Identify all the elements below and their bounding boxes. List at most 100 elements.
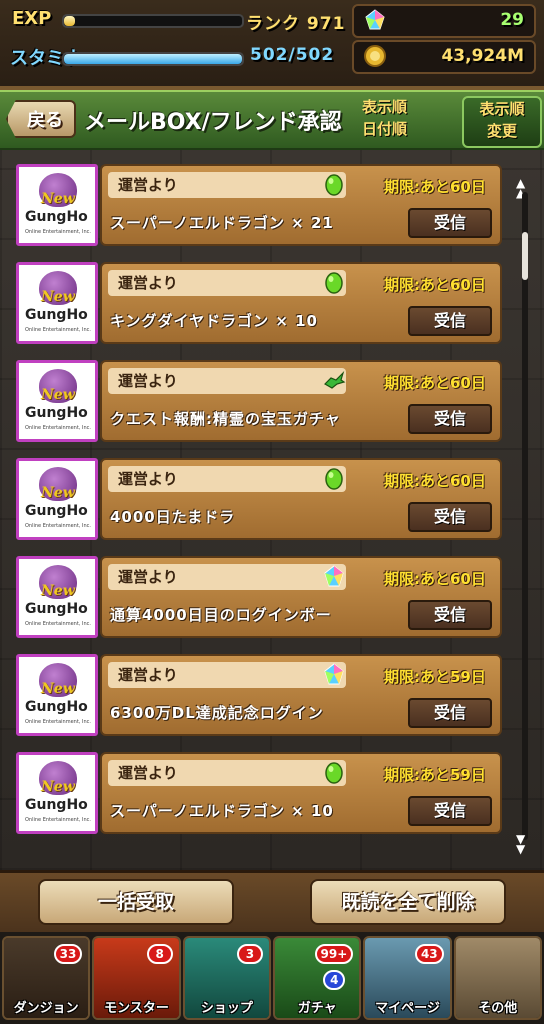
receive-button[interactable]: 受信 (408, 208, 492, 238)
mail-subject: 通算4000日目のログインボー (110, 606, 332, 624)
nav-label: その他 (478, 1001, 518, 1016)
magic-stone-icon (322, 662, 346, 686)
mail-item[interactable]: New GungHo Online Entertainment, Inc. 運営… (16, 654, 502, 736)
mail-panel[interactable]: 運営より 期限:あと60日 クエスト報酬:精霊の宝玉ガチャ 受信 (100, 360, 502, 442)
nav-label: モンスター (104, 1001, 169, 1016)
logo-sub-text: Online Entertainment, Inc. (25, 327, 91, 333)
mail-panel[interactable]: 運営より 期限:あと60日 4000日たまドラ 受信 (100, 458, 502, 540)
stamina-value: 502/502 (250, 45, 335, 65)
mail-subject: キングダイヤドラゴン × 10 (110, 312, 318, 330)
mail-sender: 運営より (108, 564, 346, 590)
back-button[interactable]: 戻る (6, 100, 76, 138)
exp-label: EXP (12, 8, 52, 29)
mail-item[interactable]: New GungHo Online Entertainment, Inc. 運営… (16, 458, 502, 540)
sender-avatar: New GungHo Online Entertainment, Inc. (16, 752, 98, 834)
logo-new-text: New (41, 779, 75, 795)
mail-list[interactable]: New GungHo Online Entertainment, Inc. 運営… (0, 150, 544, 870)
receive-button[interactable]: 受信 (408, 698, 492, 728)
egg-icon (322, 270, 346, 294)
sort-order-value: 日付順 (362, 120, 408, 138)
sort-change-label-1: 表示順 (479, 100, 525, 118)
sender-avatar: New GungHo Online Entertainment, Inc. (16, 360, 98, 442)
dragon-icon (322, 368, 346, 392)
receive-button[interactable]: 受信 (408, 796, 492, 826)
page-title: メールBOX/フレンド承認 (84, 110, 342, 135)
sort-order-caption: 表示順 (362, 98, 408, 116)
mail-deadline: 期限:あと59日 (384, 766, 486, 784)
mail-subject: スーパーノエルドラゴン × 10 (110, 802, 334, 820)
logo-brand-text: GungHo (25, 797, 88, 813)
magic-stone-icon (322, 564, 346, 588)
nav-label: ガチャ (297, 1001, 337, 1016)
receive-button[interactable]: 受信 (408, 600, 492, 630)
logo-new-text: New (41, 191, 75, 207)
nav-dungeon[interactable]: 33 ダンジョン (2, 936, 91, 1020)
mail-item[interactable]: New GungHo Online Entertainment, Inc. 運営… (16, 556, 502, 638)
logo-new-text: New (41, 387, 75, 403)
logo-brand-text: GungHo (25, 209, 88, 225)
sender-avatar: New GungHo Online Entertainment, Inc. (16, 458, 98, 540)
mail-panel[interactable]: 運営より 期限:あと60日 通算4000日目のログインボー 受信 (100, 556, 502, 638)
receive-button[interactable]: 受信 (408, 404, 492, 434)
scroll-down-icon[interactable]: ▼ ▼ (516, 833, 525, 855)
nav-mypage[interactable]: 43 マイページ (363, 936, 452, 1020)
logo-brand-text: GungHo (25, 307, 88, 323)
mail-deadline: 期限:あと60日 (384, 374, 486, 392)
action-bar: 一括受取 既読を全て削除 (0, 870, 544, 935)
sort-change-label-2: 変更 (486, 122, 517, 140)
logo-new-text: New (41, 681, 75, 697)
sender-avatar: New GungHo Online Entertainment, Inc. (16, 262, 98, 344)
mail-panel[interactable]: 運営より 期限:あと59日 6300万DL達成記念ログイン 受信 (100, 654, 502, 736)
coin-value: 43,924M (441, 46, 524, 66)
stamina-bar-fill (64, 54, 242, 64)
nav-badge: 33 (53, 944, 83, 964)
sort-order-label: 表示順 日付順 (362, 96, 407, 140)
mail-panel[interactable]: 運営より 期限:あと60日 スーパーノエルドラゴン × 21 受信 (100, 164, 502, 246)
mail-item[interactable]: New GungHo Online Entertainment, Inc. 運営… (16, 164, 502, 246)
logo-brand-text: GungHo (25, 405, 88, 421)
nav-badge: 99+ (314, 944, 354, 964)
nav-badge: 3 (236, 944, 263, 964)
mail-item[interactable]: New GungHo Online Entertainment, Inc. 運営… (16, 360, 502, 442)
logo-brand-text: GungHo (25, 503, 88, 519)
sender-avatar: New GungHo Online Entertainment, Inc. (16, 654, 98, 736)
receive-button[interactable]: 受信 (408, 306, 492, 336)
scrollbar-thumb[interactable] (522, 232, 528, 280)
nav-shop[interactable]: 3 ショップ (182, 936, 271, 1020)
magic-stone-counter[interactable]: 29 (352, 4, 536, 38)
mail-sender: 運営より (108, 466, 346, 492)
sort-change-button[interactable]: 表示順 変更 (462, 96, 542, 148)
nav-other[interactable]: その他 (453, 936, 542, 1020)
mail-sender: 運営より (108, 662, 346, 688)
delete-read-button[interactable]: 既読を全て削除 (310, 879, 506, 925)
sender-avatar: New GungHo Online Entertainment, Inc. (16, 556, 98, 638)
logo-new-text: New (41, 583, 75, 599)
nav-gacha[interactable]: 99+ 4 ガチャ (272, 936, 362, 1020)
egg-icon (322, 466, 346, 490)
mail-panel[interactable]: 運営より 期限:あと59日 スーパーノエルドラゴン × 10 受信 (100, 752, 502, 834)
mail-deadline: 期限:あと60日 (384, 570, 486, 588)
mail-subject: 6300万DL達成記念ログイン (110, 704, 324, 722)
logo-sub-text: Online Entertainment, Inc. (25, 817, 91, 823)
status-bar: EXP ランク 971 スタミナ 502/502 29 43,924M (0, 0, 544, 90)
logo-sub-text: Online Entertainment, Inc. (25, 719, 91, 725)
mail-panel[interactable]: 運営より 期限:あと60日 キングダイヤドラゴン × 10 受信 (100, 262, 502, 344)
mail-item[interactable]: New GungHo Online Entertainment, Inc. 運営… (16, 262, 502, 344)
coin-counter: 43,924M (352, 40, 536, 74)
mail-sender: 運営より (108, 270, 346, 296)
nav-badge: 8 (146, 944, 173, 964)
mail-sender: 運営より (108, 368, 346, 394)
nav-label: ダンジョン (13, 1001, 79, 1016)
nav-monster[interactable]: 8 モンスター (92, 936, 181, 1020)
rank-value: ランク 971 (246, 14, 346, 34)
mail-deadline: 期限:あと60日 (384, 472, 486, 490)
receive-button[interactable]: 受信 (408, 502, 492, 532)
mail-deadline: 期限:あと59日 (384, 668, 486, 686)
logo-sub-text: Online Entertainment, Inc. (25, 425, 91, 431)
sender-avatar: New GungHo Online Entertainment, Inc. (16, 164, 98, 246)
logo-new-text: New (41, 485, 75, 501)
receive-all-button[interactable]: 一括受取 (38, 879, 234, 925)
mail-item[interactable]: New GungHo Online Entertainment, Inc. 運営… (16, 752, 502, 834)
scrollbar[interactable] (522, 192, 528, 840)
mail-deadline: 期限:あと60日 (384, 178, 486, 196)
